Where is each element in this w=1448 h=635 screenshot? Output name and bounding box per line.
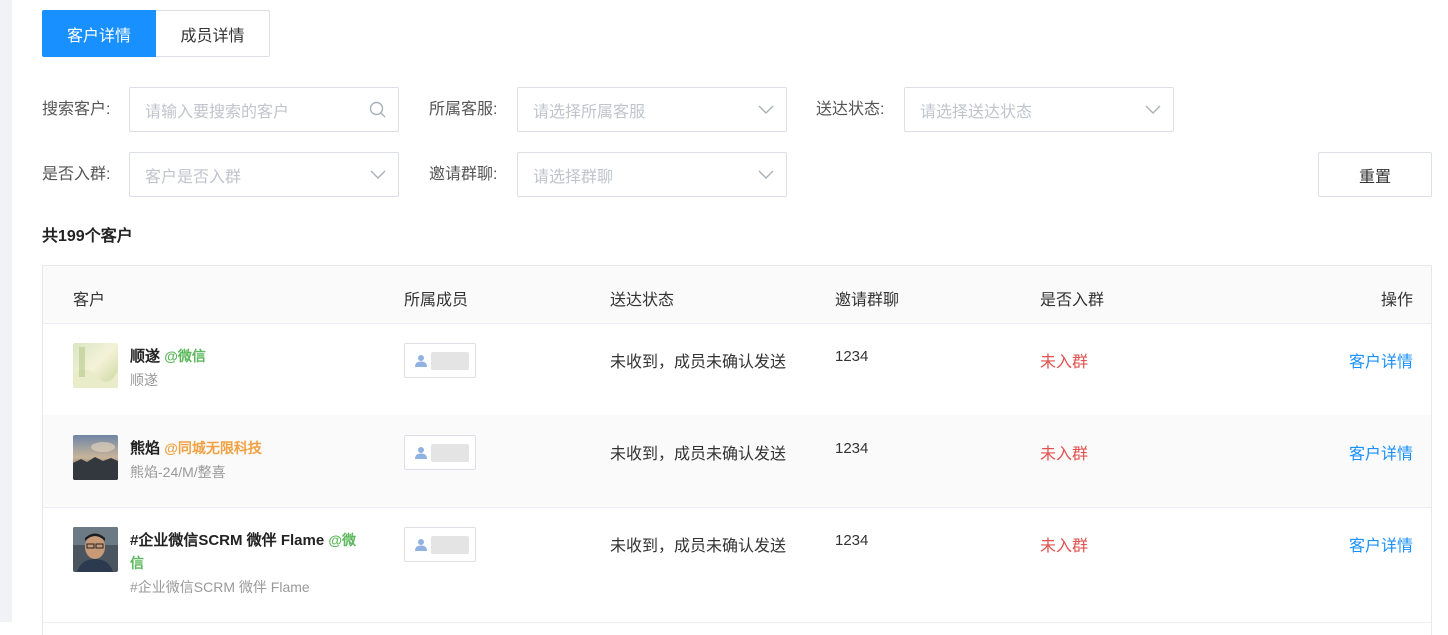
table-header: 客户 所属成员 送达状态 邀请群聊 是否入群 操作 bbox=[43, 266, 1431, 324]
joined-status: 未入群 bbox=[1040, 538, 1089, 555]
delivery-status: 未收到，成员未确认发送 bbox=[610, 446, 787, 463]
chevron-down-icon bbox=[1133, 105, 1173, 115]
invite-group: 1234 bbox=[835, 532, 869, 549]
joined-status: 未入群 bbox=[1040, 446, 1089, 463]
tab-bar: 客户详情 成员详情 bbox=[42, 10, 270, 57]
member-tag bbox=[404, 435, 476, 470]
invite-group-select[interactable]: 请选择群聊 bbox=[517, 152, 787, 197]
tab-customer-details[interactable]: 客户详情 bbox=[42, 10, 156, 57]
member-tag bbox=[404, 343, 476, 378]
table-row: 熊焰 @同城无限科技 熊焰-24/M/整喜 未收到，成员未确认发送 1234 未… bbox=[43, 415, 1431, 508]
invite-group-placeholder: 请选择群聊 bbox=[533, 168, 614, 186]
side-strip bbox=[0, 0, 12, 622]
header-delivery-status: 送达状态 bbox=[610, 292, 675, 309]
user-icon bbox=[415, 446, 427, 464]
customer-count: 共199个客户 bbox=[42, 228, 133, 245]
chevron-down-icon bbox=[746, 105, 786, 115]
table-row: #企业微信SCRM 微伴 Flame @微信 #企业微信SCRM 微伴 Flam… bbox=[43, 507, 1431, 623]
customer-detail-link[interactable]: 客户详情 bbox=[1349, 440, 1413, 464]
search-placeholder: 请输入要搜索的客户 bbox=[145, 103, 290, 121]
header-member: 所属成员 bbox=[404, 292, 469, 309]
service-placeholder: 请选择所属客服 bbox=[533, 103, 646, 121]
user-icon bbox=[415, 538, 427, 556]
customer-name: 顺遂 @微信 bbox=[130, 348, 206, 365]
joined-group-label: 是否入群: bbox=[42, 166, 111, 183]
member-tag bbox=[404, 527, 476, 562]
search-customer-label: 搜索客户: bbox=[42, 101, 111, 118]
invite-group: 1234 bbox=[835, 440, 869, 457]
delivery-status-placeholder: 请选择送达状态 bbox=[920, 103, 1033, 121]
delivery-status: 未收到，成员未确认发送 bbox=[610, 538, 787, 555]
customer-table: 客户 所属成员 送达状态 邀请群聊 是否入群 操作 顺遂 @微信 顺遂 未收到，… bbox=[42, 265, 1432, 635]
delivery-status-select[interactable]: 请选择送达状态 bbox=[904, 87, 1174, 132]
table-row: 顺遂 @微信 顺遂 未收到，成员未确认发送 1234 未入群 客户详情 bbox=[43, 323, 1431, 416]
customer-corp: @同城无限科技 bbox=[164, 440, 262, 456]
customer-remark: 熊焰-24/M/整喜 bbox=[130, 464, 226, 480]
header-joined: 是否入群 bbox=[1040, 292, 1105, 309]
customer-corp: @微信 bbox=[164, 348, 206, 364]
service-select[interactable]: 请选择所属客服 bbox=[517, 87, 787, 132]
reset-button[interactable]: 重置 bbox=[1318, 152, 1432, 197]
header-action: 操作 bbox=[1380, 292, 1413, 309]
user-icon bbox=[415, 354, 427, 372]
chevron-down-icon bbox=[358, 170, 398, 180]
header-customer: 客户 bbox=[73, 292, 106, 309]
member-name-redacted bbox=[431, 536, 469, 554]
customer-name: #企业微信SCRM 微伴 Flame @微信 bbox=[130, 532, 357, 571]
customer-remark: 顺遂 bbox=[130, 372, 158, 388]
customer-detail-link[interactable]: 客户详情 bbox=[1349, 348, 1413, 372]
customer-name: 熊焰 @同城无限科技 bbox=[130, 440, 262, 457]
header-invite-group: 邀请群聊 bbox=[835, 292, 900, 309]
joined-group-placeholder: 客户是否入群 bbox=[145, 168, 242, 186]
service-label: 所属客服: bbox=[429, 101, 498, 118]
delivery-status: 未收到，成员未确认发送 bbox=[610, 354, 787, 371]
avatar bbox=[73, 343, 118, 388]
delivery-status-label: 送达状态: bbox=[816, 101, 885, 118]
customer-remark: #企业微信SCRM 微伴 Flame bbox=[130, 579, 310, 595]
avatar bbox=[73, 527, 118, 572]
invite-group: 1234 bbox=[835, 348, 869, 365]
chevron-down-icon bbox=[746, 170, 786, 180]
tab-member-details[interactable]: 成员详情 bbox=[156, 10, 270, 57]
customer-detail-link[interactable]: 客户详情 bbox=[1349, 532, 1413, 556]
member-name-redacted bbox=[431, 444, 469, 462]
invite-group-label: 邀请群聊: bbox=[429, 166, 498, 183]
joined-group-select[interactable]: 客户是否入群 bbox=[129, 152, 399, 197]
avatar bbox=[73, 435, 118, 480]
search-icon[interactable] bbox=[358, 101, 398, 119]
member-name-redacted bbox=[431, 352, 469, 370]
search-input[interactable]: 请输入要搜索的客户 bbox=[129, 87, 399, 132]
joined-status: 未入群 bbox=[1040, 354, 1089, 371]
